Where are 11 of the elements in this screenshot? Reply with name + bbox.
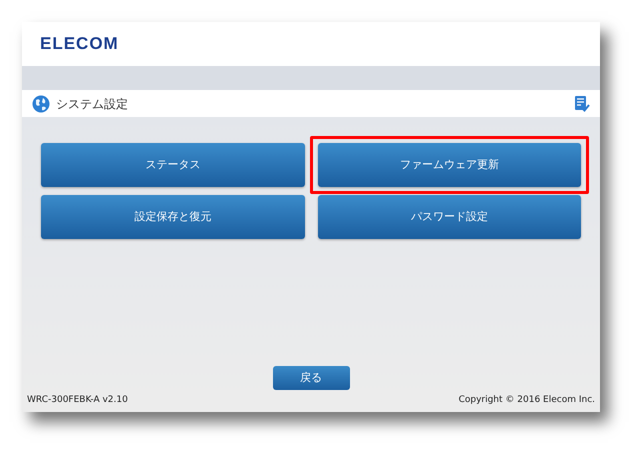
page-title: システム設定 <box>56 96 129 112</box>
menu-button[interactable]: 設定保存と復元 <box>41 195 304 239</box>
copyright-text: Copyright © 2016 Elecom Inc. <box>458 394 595 408</box>
globe-icon <box>32 94 50 112</box>
menu-button[interactable]: ステータス <box>41 143 304 187</box>
menu-button[interactable]: パスワード設定 <box>318 195 581 239</box>
logo: ELECOM <box>40 33 119 56</box>
back-button[interactable]: 戻る <box>272 366 350 390</box>
checklist-icon[interactable] <box>574 94 590 112</box>
menu-button[interactable]: ファームウェア更新 <box>318 143 581 187</box>
model-version: WRC-300FEBK-A v2.10 <box>27 394 128 408</box>
